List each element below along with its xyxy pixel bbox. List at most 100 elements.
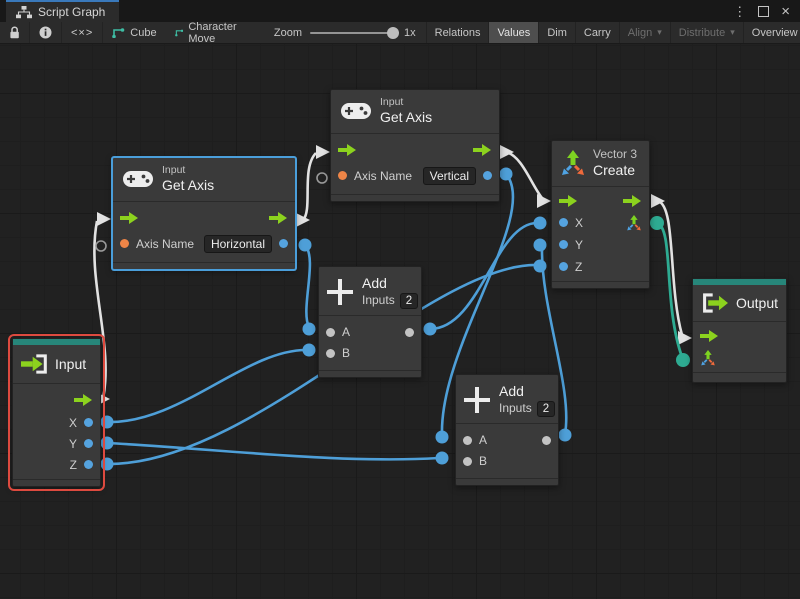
maximize-icon[interactable] [758,6,769,17]
node-footer [552,281,649,288]
chevron-down-icon: ▾ [657,27,662,38]
unconnected-port-ring[interactable] [96,241,106,251]
node-title: Add [499,383,555,401]
port-b[interactable] [463,457,472,466]
control-out-port[interactable] [623,195,642,207]
vector-in-port[interactable] [700,350,716,366]
node-add-1[interactable]: Add Inputs 2 A B [318,266,422,378]
node-vector3-create[interactable]: Vector 3 Create X [551,140,650,289]
graph-canvas[interactable]: Input Get Axis Axis Name Vertical [0,44,800,599]
tab-script-graph[interactable]: Script Graph [6,0,119,22]
vector-port-cap [650,216,664,230]
add-icon [327,279,353,305]
distribute-dropdown[interactable]: Distribute▾ [670,22,743,43]
node-category: Vector 3 [593,147,637,162]
script-graph-icon [16,6,32,19]
graph-ref-icon [175,27,184,38]
zoom-slider[interactable] [310,32,396,34]
breadcrumb-label: Cube [130,27,156,39]
port-a[interactable] [326,328,335,337]
control-in-port[interactable] [120,212,139,224]
code-icon: <×> [71,27,93,39]
output-event-icon [701,292,728,314]
control-in-port[interactable] [700,330,719,342]
axis-name-field[interactable]: Horizontal [204,235,272,253]
unity-visual-scripting-window: Script Graph ⋮ × <×> [0,0,800,599]
node-category: Input [162,164,214,177]
control-arrowhead [500,145,514,159]
port-y-out[interactable] [84,439,93,448]
port-x-out[interactable] [84,418,93,427]
graph-toolbar: <×> Cube Character Move Zoom 1x Relati [0,22,800,44]
node-get-axis-vertical[interactable]: Input Get Axis Axis Name Vertical [330,89,500,202]
relations-button[interactable]: Relations [426,22,489,43]
control-out-port[interactable] [473,144,492,156]
control-arrowhead [296,213,310,227]
node-footer [456,478,558,485]
node-input[interactable]: Input X Y Z [12,338,101,487]
value-port-cap [534,217,547,230]
sum-out-port[interactable] [405,328,414,337]
zoom-label: Zoom [274,27,302,39]
inputs-count-field[interactable]: 2 [537,401,555,417]
value-out-port[interactable] [279,239,288,248]
info-icon [39,26,52,39]
tab-bar: Script Graph ⋮ × [0,0,800,22]
sum-out-port[interactable] [542,436,551,445]
wire-horizontal-to-vertical[interactable] [303,153,316,220]
param-label: Axis Name [136,237,194,251]
port-z[interactable] [559,262,568,271]
control-arrowhead [316,145,330,159]
node-get-axis-horizontal[interactable]: Input Get Axis Axis Name Horizontal [112,157,296,270]
node-title: Get Axis [380,109,432,127]
lock-button[interactable] [0,22,30,43]
code-view-button[interactable]: <×> [62,22,103,43]
node-category: Input [380,96,432,109]
node-output[interactable]: Output [692,278,787,383]
inputs-count-field[interactable]: 2 [400,293,418,309]
value-port-cap [559,429,572,442]
close-icon[interactable]: × [781,4,790,19]
port-y[interactable] [559,240,568,249]
control-out-port[interactable] [74,394,93,406]
control-arrowhead [537,194,551,208]
zoom-slider-handle[interactable] [387,27,399,39]
axis-name-field[interactable]: Vertical [423,167,476,185]
value-out-port[interactable] [483,171,492,180]
add-icon [464,387,490,413]
more-options-icon[interactable]: ⋮ [733,5,746,18]
overview-button[interactable]: Overview [743,22,800,43]
control-out-port[interactable] [269,212,288,224]
wire-input-x-to-add1-b[interactable] [107,350,306,422]
dim-button[interactable]: Dim [538,22,575,43]
control-in-port[interactable] [338,144,357,156]
vector3-icon [560,150,586,176]
axis-name-port[interactable] [120,239,129,248]
unconnected-port-ring[interactable] [317,173,327,183]
axis-name-port[interactable] [338,171,347,180]
gamepad-icon [123,170,153,188]
port-a[interactable] [463,436,472,445]
wire-horizontal-out-to-add1-a[interactable] [305,245,310,327]
value-port-cap [436,431,449,444]
port-z-out[interactable] [84,460,93,469]
node-footer [113,262,295,269]
port-b[interactable] [326,349,335,358]
node-footer [331,194,499,201]
align-dropdown[interactable]: Align▾ [619,22,670,43]
zoom-value: 1x [404,27,416,39]
control-in-port[interactable] [559,195,578,207]
value-port-cap [303,344,316,357]
carry-button[interactable]: Carry [575,22,619,43]
values-button[interactable]: Values [488,22,538,43]
breadcrumb-character-move[interactable]: Character Move [166,22,250,43]
param-label: Axis Name [354,169,412,183]
chevron-down-icon: ▾ [730,27,735,38]
info-button[interactable] [30,22,62,43]
node-add-2[interactable]: Add Inputs 2 A B [455,374,559,486]
vector-out-port[interactable] [626,215,642,231]
port-x[interactable] [559,218,568,227]
inputs-label: Inputs [499,401,532,416]
graph-ref-icon [112,27,125,38]
breadcrumb-cube[interactable]: Cube [103,22,165,43]
